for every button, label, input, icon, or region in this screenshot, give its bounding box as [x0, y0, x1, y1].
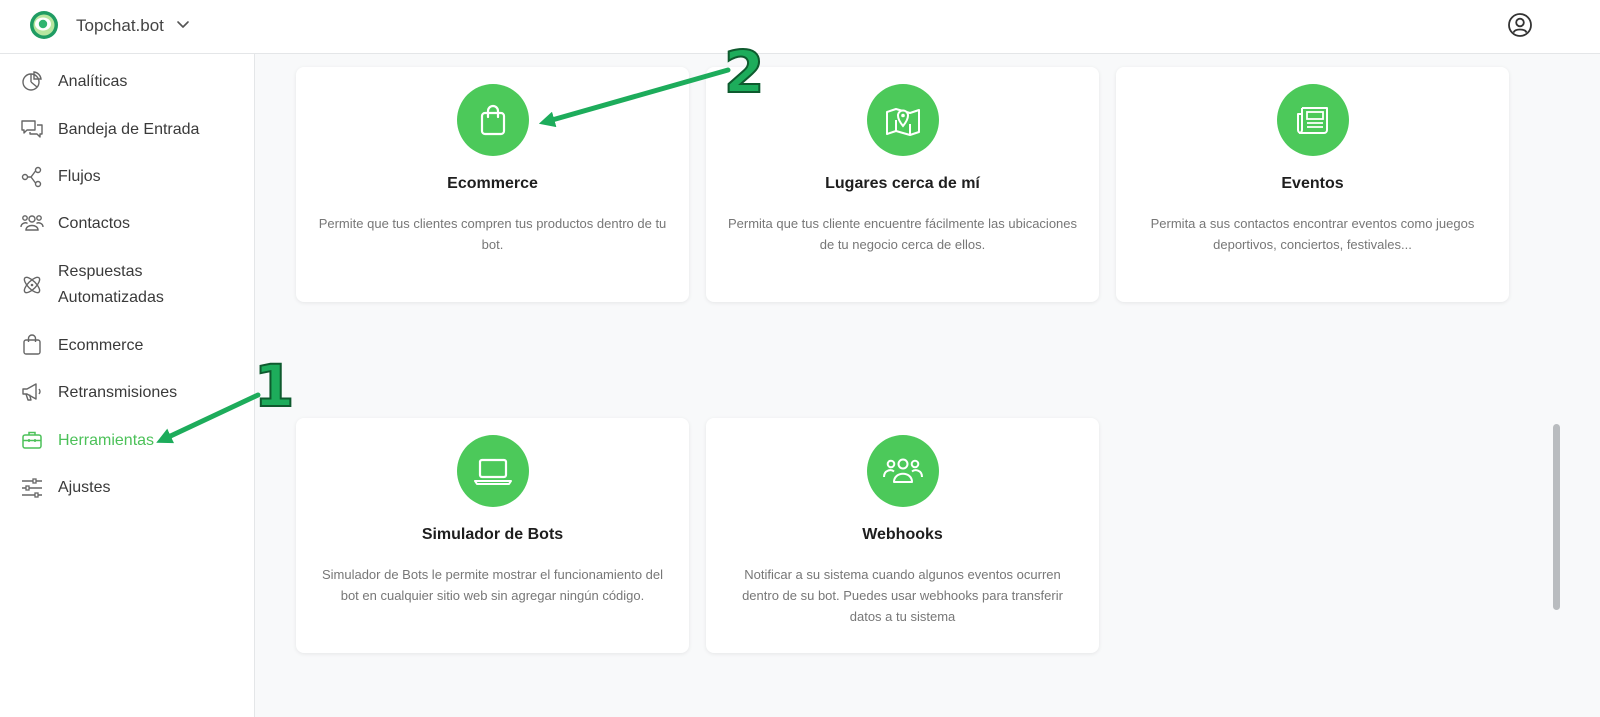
- scrollbar-thumb[interactable]: [1553, 424, 1560, 610]
- card-description: Simulador de Bots le permite mostrar el …: [321, 567, 664, 603]
- laptop-icon: [474, 458, 512, 485]
- sliders-icon: [22, 478, 42, 498]
- card-title: Lugares cerca de mí: [825, 175, 980, 192]
- sidebar-item-label: Retransmisiones: [58, 384, 178, 401]
- sidebar-item-label: Bandeja de Entrada: [58, 121, 200, 138]
- card-icon-circle: [457, 84, 529, 156]
- newspaper-icon: [1297, 107, 1328, 134]
- card-icon-circle: [867, 435, 939, 507]
- toolbox-icon: [22, 431, 42, 449]
- users-icon: [20, 215, 44, 231]
- user-account-icon[interactable]: [1507, 12, 1533, 38]
- annotation-number-2: 2: [723, 37, 765, 107]
- card-description: Permite que tus clientes compren tus pro…: [318, 216, 667, 252]
- sidebar-item-label: Ecommerce: [58, 337, 144, 354]
- card-description: Notificar a su sistema cuando algunos ev…: [742, 567, 1063, 624]
- sidebar-item-flujos[interactable]: Flujos: [0, 164, 254, 190]
- card-title: Simulador de Bots: [421, 526, 564, 543]
- sidebar-item-label: Ajustes: [58, 479, 111, 496]
- topchat-logo-icon[interactable]: [28, 9, 60, 41]
- sidebar-item-retransmisiones[interactable]: Retransmisiones: [0, 380, 254, 406]
- annotation-number-1: 1: [253, 351, 295, 421]
- card-title: Ecommerce: [447, 175, 538, 192]
- sidebar-item-herramientas[interactable]: Herramientas: [0, 428, 254, 454]
- card-icon-circle: [457, 435, 529, 507]
- tool-card-lugares-cerca[interactable]: Lugares cerca de mí Permita que tus clie…: [706, 67, 1099, 302]
- sidebar-item-contactos[interactable]: Contactos: [0, 211, 254, 237]
- top-bar: Topchat.bot: [0, 0, 1600, 54]
- card-title: Eventos: [1281, 175, 1344, 192]
- sidebar-item-label: Flujos: [58, 168, 101, 185]
- card-description: Permita a sus contactos encontrar evento…: [1150, 216, 1475, 252]
- card-title: Webhooks: [862, 526, 943, 543]
- tool-card-webhooks[interactable]: Webhooks Notificar a su sistema cuando a…: [706, 418, 1099, 653]
- sidebar-item-analiticas[interactable]: Analíticas: [0, 69, 254, 95]
- sidebar-item-bandeja-de-entrada[interactable]: Bandeja de Entrada: [0, 117, 254, 143]
- megaphone-icon: [22, 383, 41, 401]
- chat-bubbles-icon: [21, 120, 43, 138]
- sidebar-item-respuestas-automatizadas[interactable]: Respuestas Automatizadas: [0, 259, 254, 313]
- flow-nodes-icon: [21, 166, 42, 188]
- atom-icon: [23, 276, 41, 294]
- sidebar-item-label: Contactos: [58, 215, 131, 232]
- sidebar-item-label: Respuestas Automatizadas: [58, 263, 164, 306]
- map-pin-icon: [886, 108, 920, 136]
- card-icon-circle: [867, 84, 939, 156]
- workspace-name[interactable]: Topchat.bot: [76, 16, 164, 36]
- sidebar: Analíticas Bandeja de Entrada Flujos Con…: [0, 54, 255, 717]
- card-icon-circle: [1277, 84, 1349, 156]
- sidebar-item-ajustes[interactable]: Ajustes: [0, 475, 254, 501]
- tool-card-ecommerce[interactable]: Ecommerce Permite que tus clientes compr…: [296, 67, 689, 302]
- tool-card-simulador-de-bots[interactable]: Simulador de Bots Simulador de Bots le p…: [296, 418, 689, 653]
- sidebar-item-ecommerce[interactable]: Ecommerce: [0, 333, 254, 359]
- group-icon: [883, 458, 923, 483]
- shopping-bag-icon: [23, 334, 41, 355]
- card-description: Permita que tus cliente encuentre fácilm…: [727, 216, 1078, 252]
- pie-chart-icon: [22, 71, 42, 91]
- tool-card-eventos[interactable]: Eventos Permita a sus contactos encontra…: [1116, 67, 1509, 302]
- shopping-bag-icon: [480, 104, 506, 136]
- sidebar-item-label: Herramientas: [58, 432, 155, 449]
- sidebar-item-label: Analíticas: [58, 73, 128, 90]
- chevron-down-icon[interactable]: [176, 17, 190, 31]
